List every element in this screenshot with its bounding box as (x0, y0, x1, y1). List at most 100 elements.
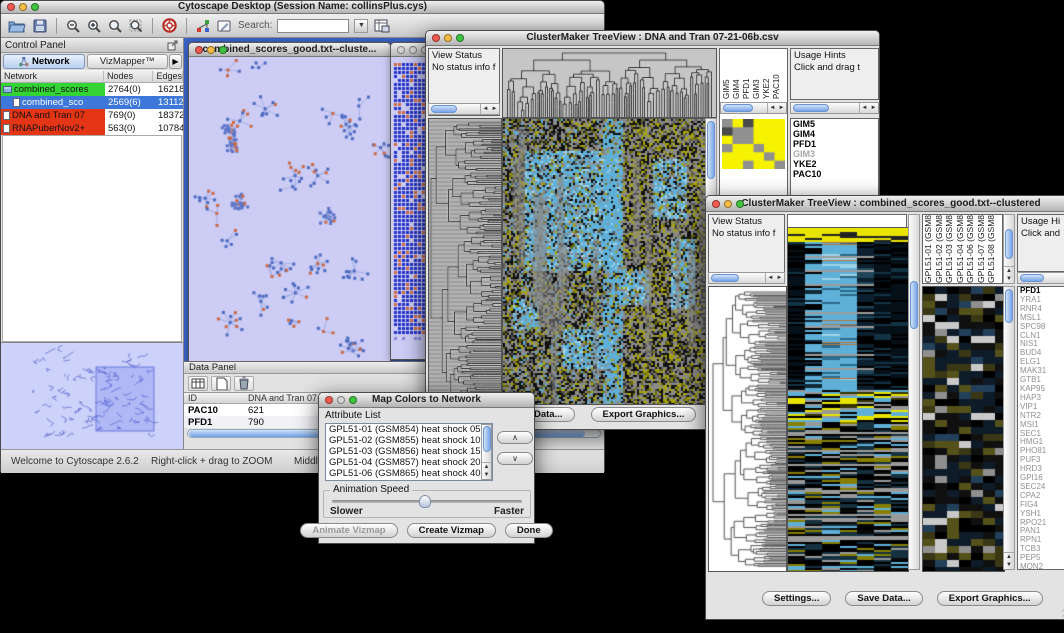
dialog-titlebar[interactable]: Map Colors to Network (319, 393, 534, 408)
network-row[interactable]: RNAPuberNov2+ 563(0) 107847(0) (1, 122, 183, 135)
attribute-list-vscrollbar[interactable]: ▲▼ (481, 424, 492, 480)
tv1-column-label[interactable]: GIM4 (732, 53, 742, 99)
tv2-detail-vscrollbar[interactable]: ▲▼ (1003, 286, 1015, 570)
scroll-up-icon[interactable]: ▲ (1004, 267, 1014, 275)
zoom-in-button[interactable] (86, 18, 102, 34)
zoom-button[interactable] (456, 34, 464, 42)
table-report-button[interactable] (373, 17, 391, 34)
move-up-button[interactable]: ∧ (497, 431, 533, 444)
scroll-right-icon[interactable]: ► (777, 103, 786, 113)
tv2-detail-heatmap[interactable] (922, 286, 1005, 572)
create-vizmap-button[interactable]: Create Vizmap (407, 523, 496, 538)
minimize-button[interactable] (724, 200, 732, 208)
slider-thumb[interactable] (419, 495, 431, 508)
done-button[interactable]: Done (505, 523, 553, 538)
animation-speed-slider[interactable] (332, 500, 522, 503)
tv2-genelist-hscrollbar[interactable] (1017, 272, 1064, 284)
open-session-button[interactable] (7, 18, 27, 34)
network-row[interactable]: combined_scores 2764(0) 16218(0) (1, 83, 183, 96)
attribute-grid-button[interactable] (188, 376, 208, 391)
scroll-right-icon[interactable]: ► (490, 104, 499, 114)
tab-network[interactable]: Network (3, 54, 85, 69)
minimize-button[interactable] (207, 46, 215, 54)
attribute-list-item[interactable]: GPL51-04 (GSM857) heat shock 20 min (326, 457, 492, 468)
col-id[interactable]: ID (184, 393, 244, 403)
minimize-button[interactable] (19, 3, 27, 11)
close-button[interactable] (325, 396, 333, 404)
network-view-canvas[interactable] (189, 57, 390, 363)
window-controls[interactable] (7, 3, 39, 11)
delete-attribute-button[interactable] (234, 376, 254, 391)
minimize-button[interactable] (444, 34, 452, 42)
scroll-left-icon[interactable]: ◄ (768, 103, 777, 113)
close-button[interactable] (195, 46, 203, 54)
animate-vizmap-button[interactable]: Animate Vizmap (300, 523, 397, 538)
scroll-right-icon[interactable]: ► (869, 103, 878, 113)
network-row[interactable]: DNA and Tran 07 769(0) 183728(0) (1, 109, 183, 122)
tv1-summary-heatmap[interactable] (722, 119, 785, 169)
zoom-button[interactable] (736, 200, 744, 208)
tv1-status-hscrollbar[interactable]: ◄► (428, 103, 500, 115)
tv2-column-label[interactable]: GPL51-04 (GSM857) (955, 215, 966, 283)
main-titlebar[interactable]: Cytoscape Desktop (Session Name: collins… (1, 1, 604, 14)
gene-label[interactable]: GIM4 (793, 129, 878, 139)
zoom-selected-button[interactable] (128, 18, 144, 34)
window-controls[interactable] (432, 34, 464, 42)
zoom-button[interactable] (31, 3, 39, 11)
window-controls[interactable] (195, 46, 227, 54)
close-button[interactable] (712, 200, 720, 208)
scroll-left-icon[interactable]: ◄ (860, 103, 869, 113)
attribute-list-item[interactable]: GPL51-03 (GSM856) heat shock 15 min (326, 446, 492, 457)
new-attribute-button[interactable] (211, 376, 231, 391)
tv2-heatmap-canvas[interactable] (787, 227, 909, 572)
window-controls[interactable] (325, 396, 357, 404)
tv2-column-label[interactable]: GPL51-03 (GSM856) (944, 215, 955, 283)
tv1-column-label[interactable]: GIM3 (752, 53, 762, 99)
tv1-column-label[interactable]: GIM5 (722, 53, 732, 99)
tv2-heatmap-vscrollbar[interactable] (908, 214, 920, 570)
zoom-button[interactable] (219, 46, 227, 54)
tv2-action-button[interactable]: Save Data... (845, 591, 922, 606)
gene-label[interactable]: PFD1 (793, 139, 878, 149)
tv2-row-dendrogram[interactable] (708, 286, 787, 572)
scroll-up-icon[interactable]: ▲ (482, 463, 491, 471)
search-input[interactable] (277, 19, 349, 33)
search-dropdown-button[interactable]: ▼ (354, 19, 368, 33)
tv2-action-button[interactable]: Export Graphics... (937, 591, 1043, 606)
col-nodes[interactable]: Nodes (104, 71, 154, 81)
zoom-out-button[interactable] (65, 18, 81, 34)
tv2-status-hscrollbar[interactable]: ◄► (708, 272, 785, 284)
tv1-column-label[interactable]: PFD1 (742, 53, 752, 99)
tab-overflow-button[interactable]: ▶ (169, 54, 182, 69)
tv2-labels-vscrollbar[interactable]: ▲▼ (1003, 214, 1015, 284)
gene-label[interactable]: YKE2 (793, 159, 878, 169)
float-panel-icon[interactable] (167, 39, 179, 51)
network-overview-canvas[interactable] (3, 345, 178, 444)
attribute-list-item[interactable]: GPL51-06 (GSM865) heat shock 40 min (326, 468, 492, 479)
network-view-titlebar[interactable]: combined_scores_good.txt--cluste... (189, 43, 390, 57)
minimize-button[interactable] (409, 46, 417, 54)
scroll-right-icon[interactable]: ► (775, 273, 784, 283)
close-button[interactable] (432, 34, 440, 42)
tv1-row-dendrogram[interactable] (428, 118, 502, 405)
move-down-button[interactable]: ∨ (497, 452, 533, 465)
minimize-button[interactable] (337, 396, 345, 404)
tv1-summary-hscrollbar[interactable]: ◄► (720, 102, 787, 114)
treeview1-titlebar[interactable]: ClusterMaker TreeView : DNA and Tran 07-… (426, 31, 879, 46)
gene-label[interactable]: GIM5 (793, 119, 878, 129)
zoom-fit-button[interactable] (107, 18, 123, 34)
zoom-button[interactable] (349, 396, 357, 404)
gene-label[interactable]: PAC10 (793, 169, 878, 179)
gene-label[interactable]: GIM3 (793, 149, 878, 159)
attribute-list-item[interactable]: GPL51-02 (GSM855) heat shock 10 min (326, 435, 492, 446)
vizmap-nodes-button[interactable] (195, 18, 211, 34)
scroll-up-icon[interactable]: ▲ (1004, 553, 1014, 561)
tv2-column-label[interactable]: GPL51-07 (GSM868) (976, 215, 987, 283)
tab-vizmapper[interactable]: VizMapper™ (87, 54, 169, 69)
col-network[interactable]: Network (1, 71, 104, 81)
tv2-column-label[interactable]: GPL51-01 (GSM854) (923, 215, 934, 283)
save-session-button[interactable] (32, 18, 48, 34)
tv2-column-label[interactable]: GPL51-08 (GSM872) (986, 215, 997, 283)
scroll-down-icon[interactable]: ▼ (482, 471, 491, 479)
scroll-left-icon[interactable]: ◄ (766, 273, 775, 283)
